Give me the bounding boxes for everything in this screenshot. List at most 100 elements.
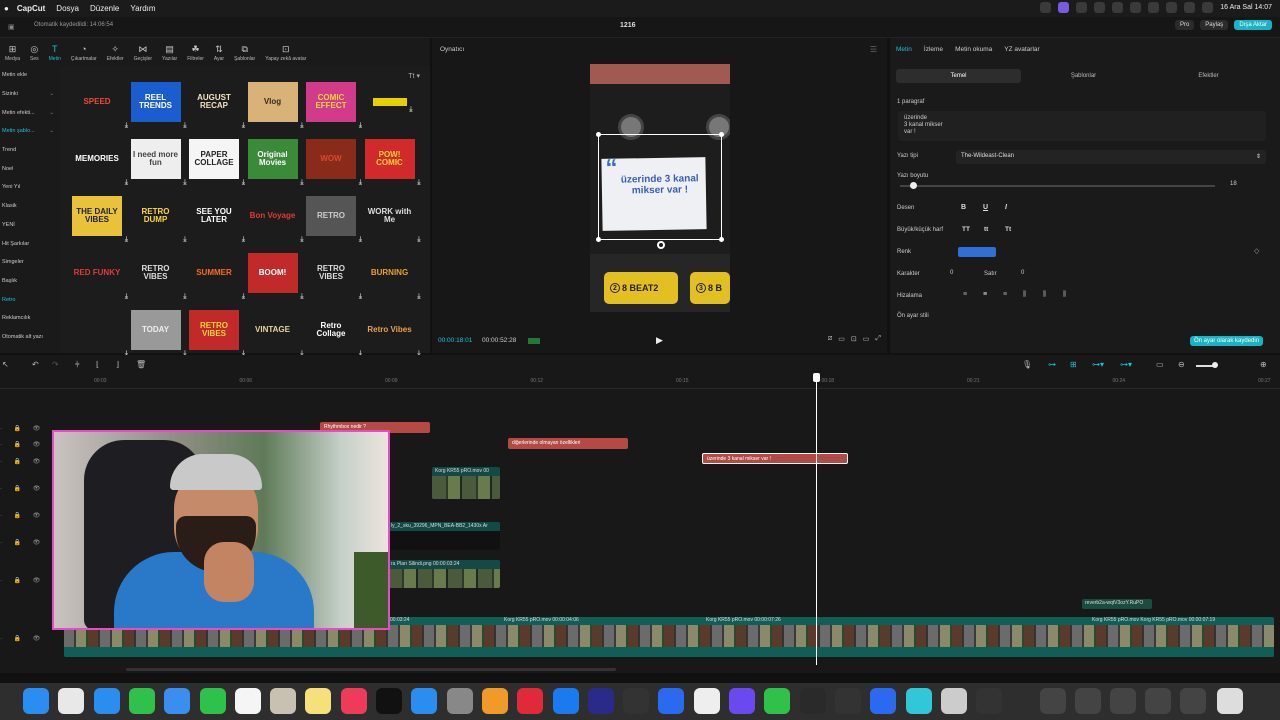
text-template-tile[interactable]: AUGUST RECAP ⤓ <box>189 82 245 130</box>
subtab-templates[interactable]: Şablonlar <box>1021 69 1146 83</box>
crop-icon[interactable]: ⧄ <box>828 335 832 343</box>
capcut-icon[interactable] <box>799 688 826 714</box>
tool-text[interactable]: T Metin <box>49 45 61 63</box>
status-icon[interactable] <box>1076 2 1088 13</box>
tool-adjust[interactable]: ⇅ Ayar <box>214 45 224 63</box>
track-controls[interactable]: · 🔒 👁 <box>0 512 45 519</box>
video-clip[interactable]: Korg KR55 pRO.mov 00 <box>432 467 500 499</box>
text-template-tile[interactable]: Retro Collage ⤓ <box>306 310 362 358</box>
color-swatch[interactable] <box>958 247 996 257</box>
ratio-icon[interactable]: ▭ <box>863 335 870 343</box>
download-icon[interactable]: ⤓ <box>359 122 362 130</box>
resize-handle[interactable] <box>596 132 601 137</box>
align-right-icon[interactable]: ≡ <box>1003 291 1007 298</box>
download-icon[interactable]: ⤓ <box>300 236 303 244</box>
download-icon[interactable]: ⤓ <box>359 179 362 187</box>
tv-icon[interactable] <box>376 688 402 714</box>
download-icon[interactable]: ⤓ <box>183 179 186 187</box>
launchpad-icon[interactable] <box>58 688 85 714</box>
keyframe-icon[interactable]: ◇ <box>1254 247 1259 255</box>
track-controls[interactable]: · 🔒 👁 <box>0 485 45 492</box>
track-controls[interactable]: · 🔒 👁 <box>0 539 45 546</box>
video-clip[interactable]: ly_2_sku_39296_MPN_BEA-BB2_1430x Ar <box>388 522 500 550</box>
tool-transitions[interactable]: ⋈ Geçişler <box>134 45 152 63</box>
timer-icon[interactable] <box>623 688 650 714</box>
text-template-tile[interactable]: POW! COMIC ⤓ <box>364 139 421 186</box>
size-slider-handle[interactable] <box>910 182 917 189</box>
download-icon[interactable]: ⤓ <box>409 106 412 114</box>
window-thumbnail[interactable] <box>1110 688 1136 714</box>
line-spacing-value[interactable]: 0 <box>1021 270 1024 276</box>
tool-filters[interactable]: ☘ Filtreler <box>187 45 204 63</box>
track-controls[interactable]: · 🔒 👁 <box>0 635 45 642</box>
download-icon[interactable]: ⤓ <box>183 122 186 130</box>
pages-icon[interactable] <box>481 688 508 714</box>
category-item[interactable]: YENİ <box>0 216 60 235</box>
redo-icon[interactable]: ↷ <box>52 360 59 369</box>
menu-dosya[interactable]: Dosya <box>56 4 79 13</box>
font-select[interactable]: The-Wildeast-Clean ⇕ <box>956 150 1266 164</box>
menu-duzenle[interactable]: Düzenle <box>90 4 119 13</box>
undo-icon[interactable]: ↶ <box>32 360 39 369</box>
category-item[interactable]: Metin efekti... ⌄ <box>0 103 60 122</box>
text-template-tile[interactable]: SEE YOU LATER ⤓ <box>189 196 245 244</box>
download-icon[interactable]: ⤓ <box>125 236 128 244</box>
trim-right-icon[interactable]: ⌋ <box>116 360 119 369</box>
text-template-tile[interactable]: COMIC EFFECT ⤓ <box>306 82 362 129</box>
tool-ai-avatar[interactable]: ⊡ Yapay zekâ avatar <box>265 45 306 63</box>
case-upper-button[interactable]: TT <box>962 226 970 233</box>
menu-app-name[interactable]: CapCut <box>17 4 45 13</box>
apple-icon[interactable]: ● <box>4 4 9 13</box>
search-icon[interactable] <box>1202 2 1214 13</box>
linkage-icon[interactable]: ⊶▾ <box>1092 360 1104 369</box>
capcut-icon[interactable] <box>976 688 1003 714</box>
italic-button[interactable]: I <box>1005 204 1007 211</box>
snap-icon[interactable]: ⊞ <box>1070 360 1077 369</box>
download-icon[interactable]: ⤓ <box>242 293 245 301</box>
chatgpt-icon[interactable] <box>834 688 861 714</box>
subtab-effects[interactable]: Efektler <box>1146 69 1271 83</box>
text-template-tile[interactable]: Vlog ⤓ <box>247 82 304 129</box>
category-item[interactable]: Otomatik alt yazı <box>0 328 60 347</box>
app-icon[interactable] <box>587 688 614 714</box>
resize-handle[interactable] <box>596 237 601 242</box>
text-template-tile[interactable]: MEMORIES ⤓ <box>72 139 128 187</box>
share-button[interactable]: Paylaş <box>1200 20 1229 30</box>
download-icon[interactable]: ⤓ <box>359 236 362 244</box>
selection-box[interactable] <box>596 132 724 249</box>
audio-clip[interactable]: reverb2a-wqtV3ozY.RuPO <box>1082 599 1152 609</box>
status-icon[interactable] <box>1094 2 1106 13</box>
link-icon[interactable]: ⊶ <box>1048 360 1056 369</box>
app-icon[interactable] <box>693 688 720 714</box>
tab-ai-avatars[interactable]: YZ avatarlar <box>1004 46 1039 53</box>
battery-icon[interactable] <box>1166 2 1178 13</box>
appstore-icon[interactable] <box>411 688 438 714</box>
mail-icon[interactable] <box>164 688 191 714</box>
menu-yardim[interactable]: Yardım <box>130 4 155 13</box>
app-icon[interactable] <box>729 688 755 714</box>
fullscreen-icon[interactable]: ⤢ <box>875 335 881 343</box>
wifi-icon[interactable] <box>1184 2 1196 13</box>
category-item[interactable]: Başlık <box>0 272 60 291</box>
tab-text[interactable]: Metin <box>896 46 912 53</box>
text-template-tile[interactable]: ⤓ <box>372 98 413 113</box>
tab-tracking[interactable]: İzleme <box>924 46 943 53</box>
category-item[interactable]: Hit Şarkılar <box>0 234 60 253</box>
text-template-tile[interactable]: SUMMER ⤓ <box>189 253 245 301</box>
download-icon[interactable]: ⤓ <box>242 122 245 130</box>
download-icon[interactable]: ⤓ <box>300 179 303 187</box>
trim-left-icon[interactable]: ⌊ <box>96 360 99 369</box>
resize-handle[interactable] <box>719 132 724 137</box>
save-preset-button[interactable]: Ön ayar olarak kaydedin <box>1190 336 1264 346</box>
text-template-tile[interactable]: TODAY ⤓ <box>130 310 187 357</box>
text-clip-selected[interactable]: üzerinde 3 kanal mikser var ! <box>702 453 848 464</box>
rotate-handle[interactable] <box>657 241 665 249</box>
zoom-out-icon[interactable]: ⊖ <box>1178 360 1185 369</box>
align-left-icon[interactable]: ≡ <box>963 291 967 298</box>
music-icon[interactable] <box>340 688 367 714</box>
tool-effects[interactable]: ✧ Efektler <box>107 45 124 63</box>
download-icon[interactable]: ⤓ <box>183 293 186 301</box>
status-icon[interactable] <box>1112 2 1124 13</box>
download-icon[interactable]: ⤓ <box>300 293 303 301</box>
messages-icon[interactable] <box>128 688 155 714</box>
